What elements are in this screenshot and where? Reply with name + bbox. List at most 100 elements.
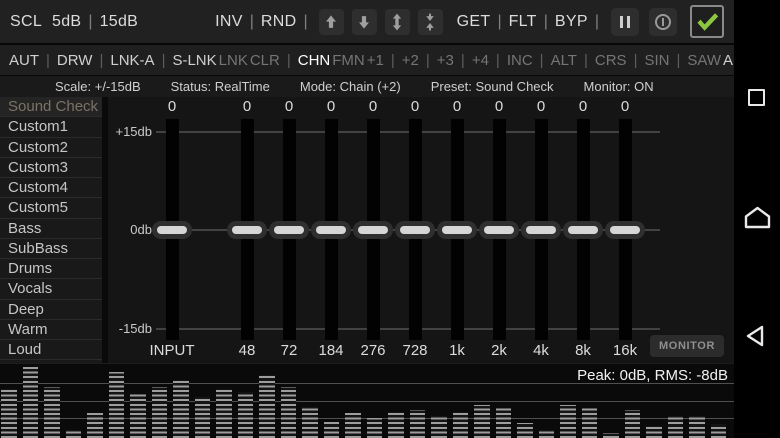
preset-item-custom4[interactable]: Custom4 <box>0 178 102 198</box>
band-frequency-label: INPUT <box>142 342 202 359</box>
monitor-button[interactable]: MONITOR <box>650 335 724 357</box>
band-gain-value: 0 <box>142 98 202 115</box>
preset-item-drums[interactable]: Drums <box>0 259 102 279</box>
status-field-1: Status: RealTime <box>171 79 270 94</box>
spectrum-bar <box>238 392 254 438</box>
mode-button-crs[interactable]: CRS <box>595 52 627 69</box>
android-nav-bar <box>734 0 780 438</box>
separator: | <box>46 52 50 69</box>
spectrum-bar <box>87 413 103 438</box>
preset-item-custom3[interactable]: Custom3 <box>0 158 102 178</box>
band-slider-thumb[interactable] <box>605 221 645 239</box>
scale-5db-button[interactable]: 5dB <box>52 13 81 31</box>
mode-button-alt[interactable]: ALT <box>551 52 577 69</box>
shift-down-button[interactable] <box>352 9 377 35</box>
bypass-button[interactable]: BYP <box>555 13 588 31</box>
app-window: SCL 5dB | 15dB INV | RND | <box>0 0 734 438</box>
checkmark-icon <box>694 10 720 34</box>
separator: | <box>99 52 103 69</box>
recents-icon[interactable] <box>748 89 765 106</box>
mode-button-fmn[interactable]: FMN <box>332 52 365 69</box>
scale-button[interactable]: SCL <box>10 13 42 31</box>
spectrum-bar <box>496 408 512 438</box>
spectrum-bar <box>474 405 490 438</box>
preset-item-warm[interactable]: Warm <box>0 320 102 340</box>
mode-button-sin[interactable]: SIN <box>644 52 669 69</box>
separator: | <box>461 52 465 69</box>
filter-button[interactable]: FLT <box>509 13 537 31</box>
main-area: Sound CheckCustom1Custom2Custom3Custom4C… <box>0 97 734 363</box>
spectrum-bar <box>324 422 340 438</box>
status-field-0: Scale: +/-15dB <box>55 79 141 94</box>
status-field-4: Monitor: ON <box>584 79 654 94</box>
mode-button-lnk-a[interactable]: LNK-A <box>110 52 154 69</box>
expand-range-button[interactable] <box>385 9 410 35</box>
spectrum-bar <box>560 405 576 438</box>
band-slider-thumb[interactable] <box>563 221 603 239</box>
preset-item-custom2[interactable]: Custom2 <box>0 138 102 158</box>
scale-label-0db: 0db <box>108 222 152 237</box>
mode-button-chn[interactable]: CHN <box>298 52 331 69</box>
separator: | <box>676 52 680 69</box>
mode-button-lnk[interactable]: LNK <box>219 52 248 69</box>
separator: | <box>426 52 430 69</box>
pause-button[interactable] <box>611 8 639 36</box>
preset-item-sound-check[interactable]: Sound Check <box>0 97 102 117</box>
arrow-up-icon <box>321 12 341 32</box>
preset-item-subbass[interactable]: SubBass <box>0 239 102 259</box>
separator: | <box>287 52 291 69</box>
band-slider-thumb[interactable] <box>395 221 435 239</box>
mode-toolbar: AUT | DRW | LNK-A | S-LNKLNKCLR | CHNFMN+1 | +2 | +3… <box>0 45 734 76</box>
preset-item-loud[interactable]: Loud <box>0 340 102 360</box>
separator: | <box>544 13 548 31</box>
mode-button-plus1[interactable]: +1 <box>367 52 384 69</box>
apply-button[interactable] <box>690 5 724 38</box>
toolbar-right-group: INV | RND | <box>215 5 724 38</box>
mode-button-saw[interactable]: SAW <box>687 52 721 69</box>
info-icon <box>655 14 671 30</box>
band-slider-thumb[interactable] <box>152 221 192 239</box>
band-slider-thumb[interactable] <box>353 221 393 239</box>
scale-15db-button[interactable]: 15dB <box>100 13 139 31</box>
spectrum-bar <box>517 423 533 438</box>
peak-rms-readout: Peak: 0dB, RMS: -8dB <box>577 367 728 384</box>
mode-button-aut[interactable]: AUT <box>9 52 39 69</box>
spectrum-bar <box>388 412 404 438</box>
mode-button-s-lnk[interactable]: S-LNK <box>172 52 216 69</box>
mode-button-plus2[interactable]: +2 <box>402 52 419 69</box>
separator: | <box>584 52 588 69</box>
band-slider-thumb[interactable] <box>437 221 477 239</box>
status-field-2: Mode: Chain (+2) <box>300 79 401 94</box>
spectrum-bar <box>410 410 426 438</box>
status-bar: Scale: +/-15dB Status: RealTime Mode: Chai… <box>0 76 734 97</box>
mode-button-plus4[interactable]: +4 <box>472 52 489 69</box>
band-slider-thumb[interactable] <box>521 221 561 239</box>
collapse-range-button[interactable] <box>418 9 443 35</box>
info-button[interactable] <box>649 8 677 36</box>
arrow-down-icon <box>354 12 374 32</box>
mode-button-drw[interactable]: DRW <box>57 52 93 69</box>
get-button[interactable]: GET <box>457 13 491 31</box>
mode-button-clr[interactable]: CLR <box>250 52 280 69</box>
invert-button[interactable]: INV <box>215 13 243 31</box>
band-slider-thumb[interactable] <box>311 221 351 239</box>
band-slider-thumb[interactable] <box>479 221 519 239</box>
band-slider-thumb[interactable] <box>269 221 309 239</box>
spectrum-bar <box>109 372 125 438</box>
spectrum-bar <box>259 375 275 438</box>
preset-item-deep[interactable]: Deep <box>0 300 102 320</box>
preset-item-bass[interactable]: Bass <box>0 219 102 239</box>
home-icon[interactable] <box>744 205 771 230</box>
pause-icon <box>620 16 630 28</box>
preset-item-custom1[interactable]: Custom1 <box>0 117 102 137</box>
band-slider-thumb[interactable] <box>227 221 267 239</box>
random-button[interactable]: RND <box>261 13 297 31</box>
spectrum-bar <box>216 389 232 438</box>
preset-item-custom5[interactable]: Custom5 <box>0 198 102 218</box>
back-icon[interactable] <box>744 324 766 348</box>
separator: | <box>496 52 500 69</box>
shift-up-button[interactable] <box>319 9 344 35</box>
preset-item-vocals[interactable]: Vocals <box>0 279 102 299</box>
mode-button-inc[interactable]: INC <box>507 52 533 69</box>
mode-button-plus3[interactable]: +3 <box>437 52 454 69</box>
